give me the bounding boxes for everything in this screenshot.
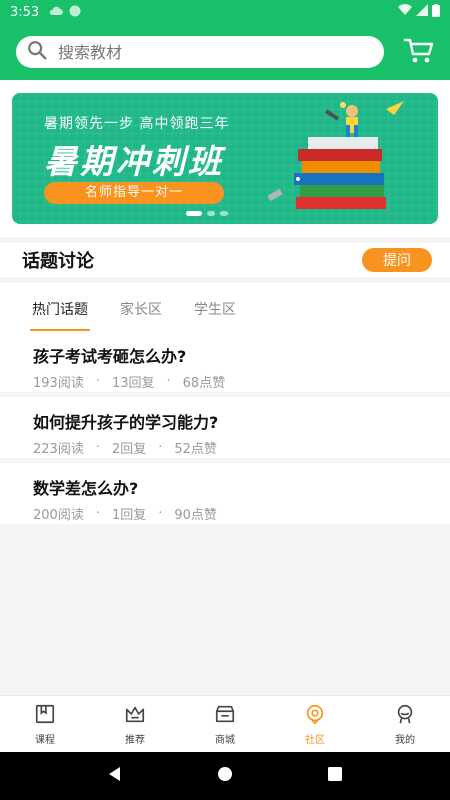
- store-icon: [214, 703, 236, 731]
- banner-subtitle: 暑期领先一步 高中领跑三年: [44, 116, 230, 132]
- search-input[interactable]: [58, 42, 338, 62]
- post-likes: 90点赞: [174, 508, 217, 523]
- ask-question-button[interactable]: 提问: [362, 248, 432, 272]
- post-replies: 1回复: [111, 508, 147, 523]
- tab-hot-topics[interactable]: 热门话题: [30, 283, 90, 331]
- topic-post[interactable]: 孩子考试考砸怎么办? 193阅读 · 13回复 · 68点赞: [0, 331, 450, 397]
- nav-label: 课程: [35, 734, 55, 746]
- meta-separator: ·: [95, 374, 100, 389]
- nav-item-recommend[interactable]: 推荐: [90, 696, 180, 752]
- banner-illustration-books: [267, 97, 418, 224]
- pagination-dot[interactable]: [220, 211, 228, 216]
- system-navigation-bar: [0, 752, 450, 800]
- topics-header: 话题讨论 提问: [0, 243, 450, 277]
- signal-icon: [416, 4, 428, 20]
- pagination-dot[interactable]: [186, 211, 202, 216]
- post-reads: 200阅读: [33, 508, 84, 523]
- community-icon: [304, 703, 326, 731]
- app-notification-icon: [69, 5, 81, 20]
- post-title: 数学差怎么办?: [33, 479, 139, 498]
- home-icon[interactable]: [217, 766, 233, 786]
- status-time: 3:53: [10, 4, 40, 20]
- meta-separator: ·: [158, 440, 163, 455]
- recents-icon[interactable]: [327, 766, 343, 786]
- search-bar[interactable]: [16, 36, 384, 68]
- nav-item-community[interactable]: 社区: [270, 696, 360, 752]
- nav-label: 我的: [395, 734, 415, 746]
- post-stats: 200阅读 · 1回复 · 90点赞: [33, 504, 417, 523]
- topic-post[interactable]: 如何提升孩子的学习能力? 223阅读 · 2回复 · 52点赞: [0, 397, 450, 463]
- bottom-navigation: 课程 推荐 商城 社区 我的: [0, 695, 450, 752]
- meta-separator: ·: [158, 506, 163, 521]
- post-likes: 52点赞: [174, 442, 217, 457]
- nav-item-profile[interactable]: 我的: [360, 696, 450, 752]
- nav-label: 社区: [305, 734, 325, 746]
- nav-item-course[interactable]: 课程: [0, 696, 90, 752]
- cart-icon: [403, 34, 435, 70]
- tab-parents[interactable]: 家长区: [120, 283, 162, 331]
- battery-icon: [432, 3, 440, 21]
- topics-title: 话题讨论: [22, 251, 94, 272]
- post-title: 如何提升孩子的学习能力?: [33, 413, 219, 432]
- nav-label: 推荐: [125, 734, 145, 746]
- search-icon: [26, 39, 48, 65]
- meta-separator: ·: [95, 506, 100, 521]
- nav-item-store[interactable]: 商城: [180, 696, 270, 752]
- post-likes: 68点赞: [182, 376, 226, 391]
- crown-icon: [124, 703, 146, 731]
- banner-title: 暑期冲刺班: [44, 142, 224, 181]
- cloud-icon: [49, 6, 64, 19]
- community-page: 暑期领先一步 高中领跑三年 暑期冲刺班 名师指导一对一 话题讨论 提问 热门话题…: [0, 80, 450, 695]
- meta-separator: ·: [95, 440, 100, 455]
- post-stats: 223阅读 · 2回复 · 52点赞: [33, 438, 417, 457]
- post-title: 孩子考试考砸怎么办?: [33, 347, 187, 366]
- post-reads: 223阅读: [33, 442, 84, 457]
- nav-label: 商城: [215, 734, 235, 746]
- post-replies: 2回复: [111, 442, 147, 457]
- profile-icon: [394, 703, 416, 731]
- status-bar: 3:53: [0, 0, 450, 24]
- post-replies: 13回复: [111, 376, 155, 391]
- back-icon[interactable]: [107, 766, 123, 786]
- banner-pill: 名师指导一对一: [44, 182, 224, 204]
- topic-post[interactable]: 数学差怎么办? 200阅读 · 1回复 · 90点赞: [0, 463, 450, 529]
- topic-tabs: 热门话题 家长区 学生区: [0, 283, 450, 331]
- wifi-icon: [398, 4, 412, 20]
- pagination-dot[interactable]: [207, 211, 215, 216]
- meta-separator: ·: [166, 374, 171, 389]
- cart-button[interactable]: [402, 35, 436, 69]
- app-header: [0, 24, 450, 80]
- post-stats: 193阅读 · 13回复 · 68点赞: [33, 372, 417, 391]
- promo-banner[interactable]: 暑期领先一步 高中领跑三年 暑期冲刺班 名师指导一对一: [12, 93, 438, 224]
- post-reads: 193阅读: [33, 376, 84, 391]
- banner-container: 暑期领先一步 高中领跑三年 暑期冲刺班 名师指导一对一: [0, 80, 450, 237]
- course-icon: [34, 703, 56, 731]
- tab-students[interactable]: 学生区: [194, 283, 236, 331]
- banner-pagination: [186, 211, 228, 216]
